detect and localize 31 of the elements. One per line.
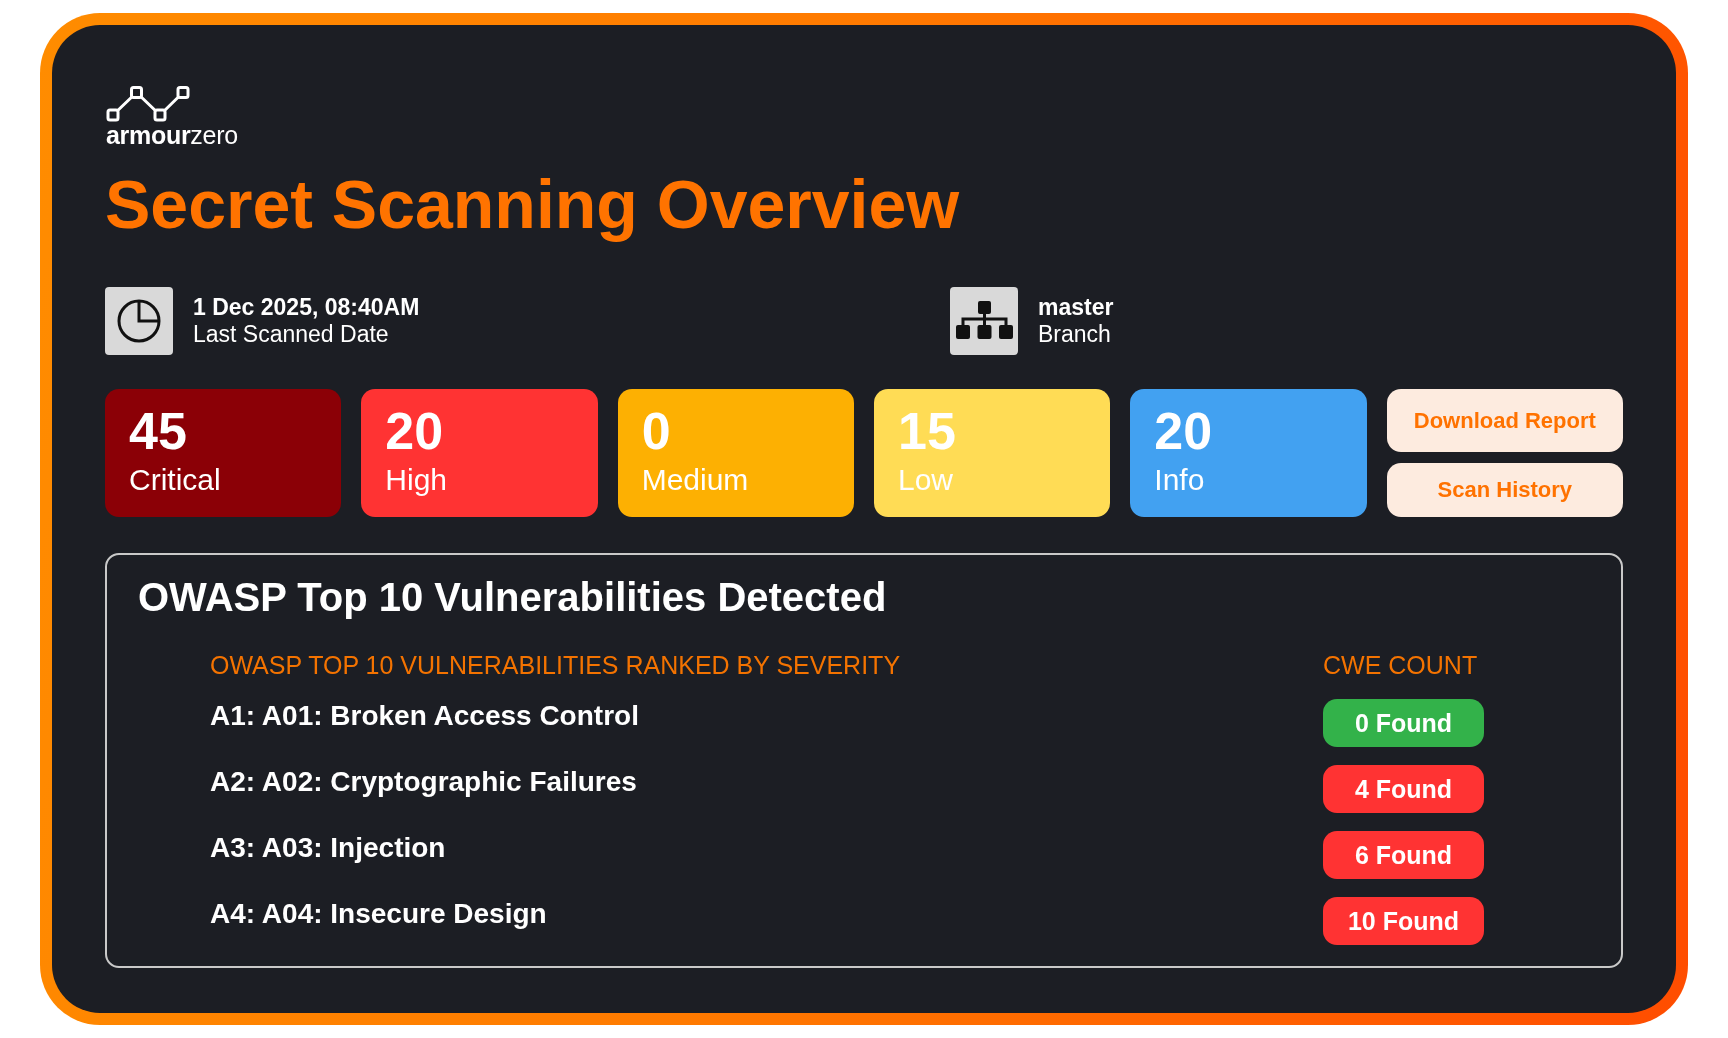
severity-label: Info	[1154, 463, 1205, 497]
severity-count: 0	[641, 405, 671, 457]
severity-count: 20	[385, 405, 444, 457]
logo-icon	[106, 86, 190, 122]
info-label: Branch	[1038, 321, 1111, 348]
severity-label: Low	[898, 463, 954, 497]
branch-name: master	[1038, 294, 1114, 321]
severity-label: Critical	[129, 463, 221, 497]
clock-icon	[105, 287, 173, 355]
count-badge: 4 Found	[1323, 765, 1484, 813]
vulnerability-name: A4: A04: Insecure Design	[210, 897, 548, 931]
info-label: Last Scanned Date	[193, 321, 389, 348]
severity-label: Medium	[641, 463, 749, 497]
vulnerability-name: A2: A02: Cryptographic Failures	[210, 765, 638, 799]
logo-text: armourzero	[106, 122, 238, 149]
severity-count: 45	[129, 405, 187, 457]
count-badge: 6 Found	[1323, 831, 1484, 879]
column-header: CWE COUNT	[1323, 650, 1479, 680]
download-report-button[interactable]: Download Report	[1386, 389, 1623, 452]
column-header: OWASP TOP 10 VULNERABILITIES RANKED BY SEVERITY	[210, 650, 902, 680]
severity-label: High	[385, 463, 448, 497]
scan-history-button[interactable]: Scan History	[1386, 463, 1623, 517]
vulnerability-name: A3: A03: Injection	[210, 831, 447, 865]
severity-count: 20	[1154, 405, 1213, 457]
panel-title: OWASP Top 10 Vulnerabilities Detected	[138, 574, 888, 621]
severity-count: 15	[898, 405, 956, 457]
scan-date: 1 Dec 2025, 08:40AM	[193, 294, 420, 321]
count-badge: 0 Found	[1323, 699, 1484, 747]
vulnerability-name: A1: A01: Broken Access Control	[210, 699, 640, 733]
hierarchy-icon	[950, 287, 1018, 355]
count-badge: 10 Found	[1323, 897, 1484, 945]
